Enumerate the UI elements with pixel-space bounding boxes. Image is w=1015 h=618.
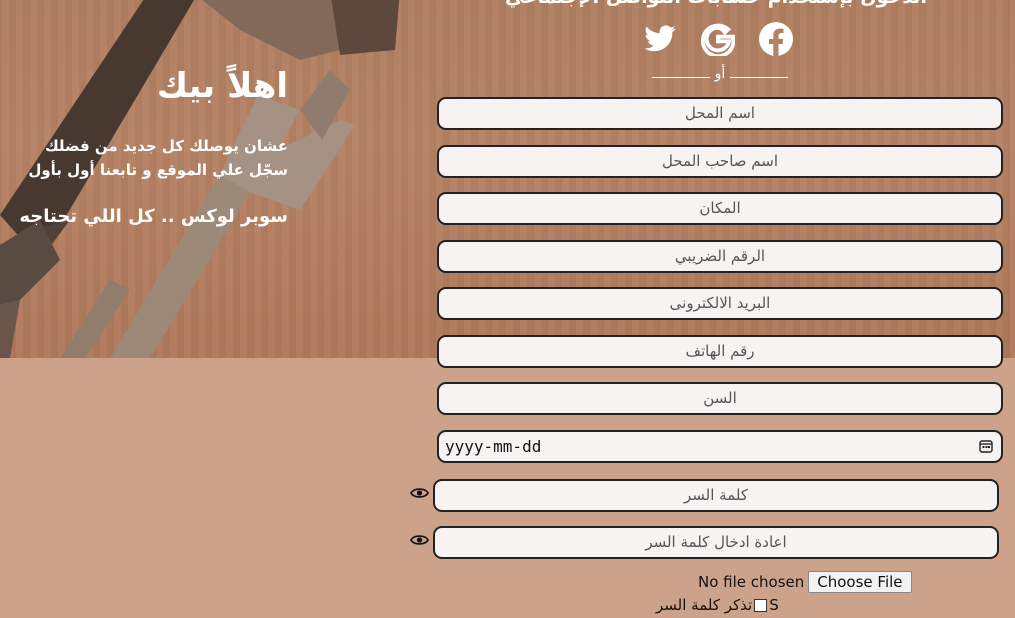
- eye-icon[interactable]: [410, 533, 429, 547]
- owner-name-input[interactable]: اسم صاحب المحل: [437, 145, 1003, 178]
- welcome-panel: اهلاً بيك عشان يوصلك كل جديد من فضلك سجّ…: [0, 62, 288, 227]
- remember-me: تذكر كلمة السر S: [656, 596, 779, 614]
- file-upload: No file chosen Choose File: [698, 571, 912, 593]
- remember-prefix: S: [769, 596, 779, 614]
- welcome-line-1: عشان يوصلك كل جديد من فضلك: [44, 137, 288, 155]
- tax-number-input[interactable]: الرقم الضريبي: [437, 240, 1003, 273]
- welcome-title: اهلاً بيك: [156, 66, 288, 106]
- phone-input[interactable]: رقم الهاتف: [437, 335, 1003, 368]
- or-divider: أو: [652, 66, 788, 84]
- password-input[interactable]: كلمة السر: [433, 479, 999, 512]
- social-login-prompt: الدخول بإستخدام حسابات التواصل الإجتماعي: [505, 0, 927, 8]
- age-input[interactable]: السن: [437, 382, 1003, 415]
- welcome-line-2: سجّل علي الموقع و تابعنا أول بأول: [28, 161, 288, 179]
- location-input[interactable]: المكان: [437, 192, 1003, 225]
- choose-file-button[interactable]: Choose File: [808, 571, 912, 593]
- confirm-password-input[interactable]: اعادة ادخال كلمة السر: [433, 526, 999, 559]
- remember-label: تذكر كلمة السر: [656, 596, 753, 614]
- social-login-buttons: [643, 22, 793, 56]
- calendar-icon[interactable]: [979, 439, 993, 453]
- email-input[interactable]: البريد الالكترونى: [437, 287, 1003, 320]
- eye-icon[interactable]: [410, 486, 429, 500]
- google-icon[interactable]: [701, 22, 735, 56]
- shop-name-input[interactable]: اسم المحل: [437, 97, 1003, 130]
- twitter-icon[interactable]: [643, 22, 677, 56]
- date-placeholder: yyyy-mm-dd: [445, 437, 542, 456]
- date-input[interactable]: yyyy-mm-dd: [437, 430, 1003, 463]
- slogan: سوبر لوكس .. كل اللي تحتاجه: [19, 206, 288, 227]
- or-label: أو: [714, 66, 726, 82]
- remember-checkbox[interactable]: [754, 598, 768, 612]
- facebook-icon[interactable]: [759, 22, 793, 56]
- file-status: No file chosen: [698, 573, 805, 591]
